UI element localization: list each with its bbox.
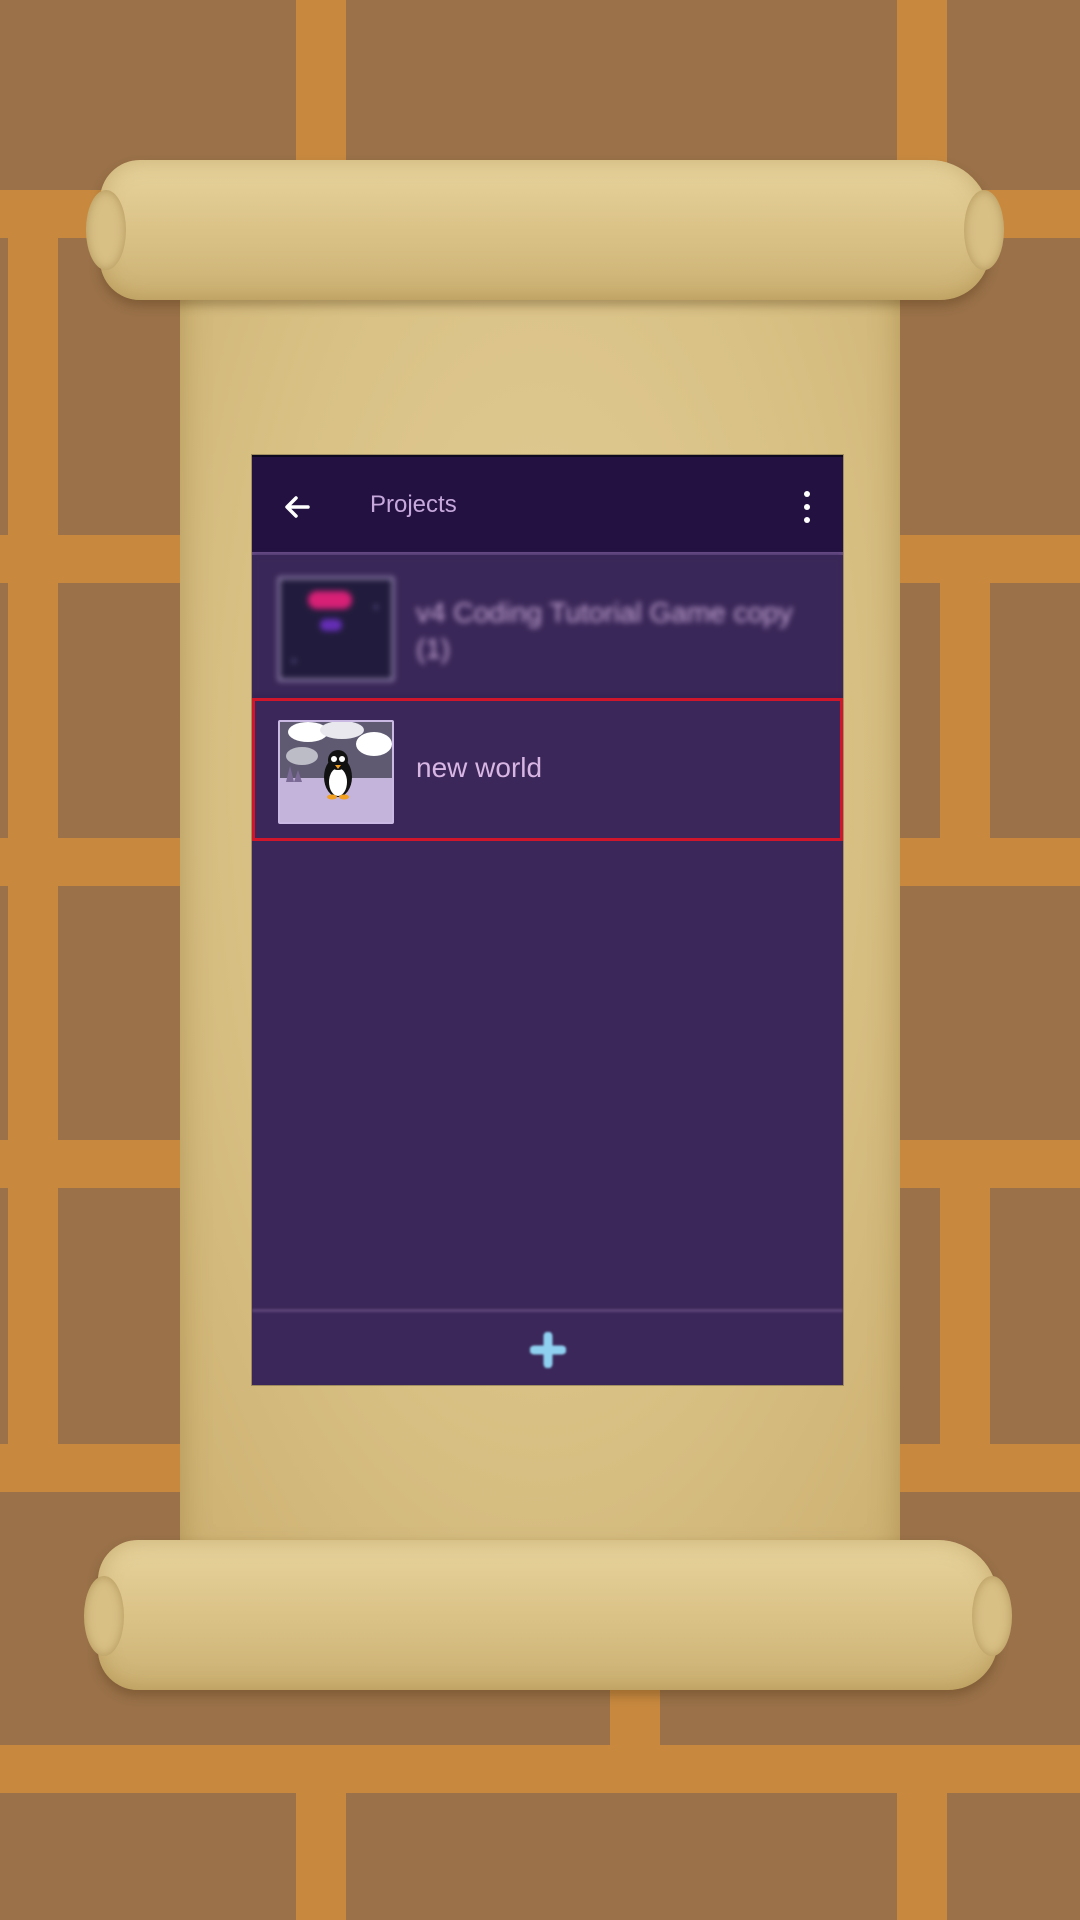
project-name: new world: [416, 752, 543, 783]
mortar-line: [8, 583, 58, 838]
scroll-roll-end: [964, 190, 1004, 270]
scroll-roll-end: [86, 190, 126, 270]
app-bar: Projects: [252, 455, 843, 555]
mortar-line: [940, 1140, 990, 1444]
more-vertical-icon-dot: [804, 504, 810, 510]
mortar-line: [8, 886, 58, 1140]
scroll-roll-end: [84, 1576, 124, 1656]
arrow-left-icon: [285, 496, 310, 518]
mortar-line: [610, 1690, 660, 1745]
more-vertical-icon: [804, 491, 810, 497]
project-list: v4 Coding Tutorial Game copy (1) new wor…: [252, 555, 843, 841]
mortar-line: [0, 1745, 1080, 1793]
more-menu-button[interactable]: [795, 483, 819, 531]
mortar-line: [296, 1793, 346, 1920]
scroll-top-roll: [86, 160, 1004, 300]
mortar-line: [897, 1793, 947, 1920]
project-row[interactable]: v4 Coding Tutorial Game copy (1): [252, 555, 843, 698]
mortar-line: [8, 1188, 58, 1444]
project-row-selected[interactable]: new world: [252, 698, 843, 841]
project-name: v4 Coding Tutorial Game copy (1): [416, 597, 793, 664]
penguin-thumbnail-icon: [278, 720, 394, 824]
game-thumbnail-icon: [278, 577, 394, 681]
mortar-line: [8, 238, 58, 535]
projects-panel: Projects v4 Coding Tutorial Game copy (1…: [252, 455, 843, 1385]
scroll-bottom-roll: [84, 1540, 1012, 1690]
scroll-roll-end: [972, 1576, 1012, 1656]
back-button[interactable]: [276, 485, 320, 529]
bottom-bar: [252, 1309, 843, 1385]
mortar-line: [940, 535, 990, 838]
more-vertical-icon-dot: [804, 517, 810, 523]
plus-icon: [529, 1331, 566, 1369]
add-project-button[interactable]: [529, 1331, 566, 1369]
page-title: Projects: [370, 491, 457, 518]
